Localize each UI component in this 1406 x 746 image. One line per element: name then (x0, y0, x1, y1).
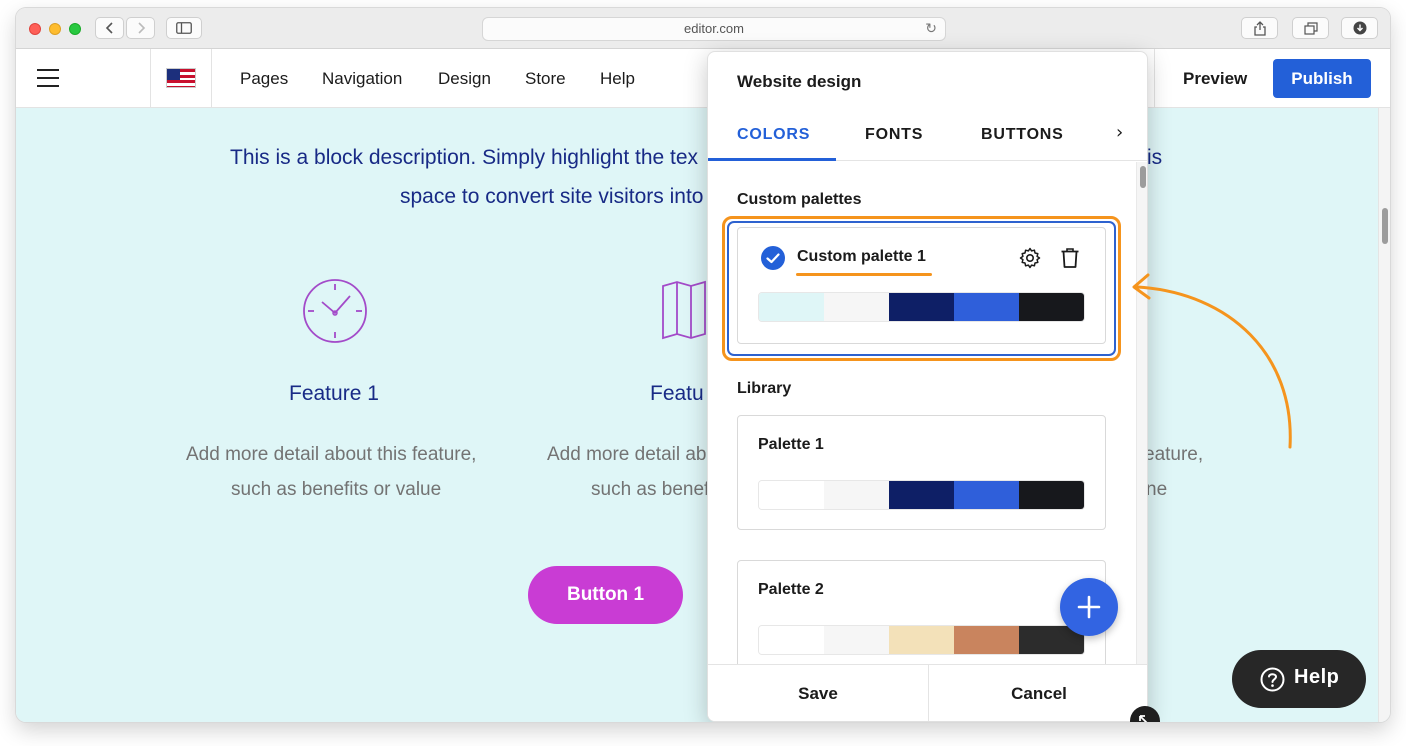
tab-buttons[interactable]: BUTTONS (981, 126, 1064, 144)
swatch (824, 293, 889, 321)
annotation-underline (796, 273, 932, 276)
annotation-arrow-icon (1132, 273, 1292, 449)
downloads-button[interactable] (1341, 17, 1378, 39)
check-icon (761, 246, 785, 270)
publish-button[interactable]: Publish (1273, 59, 1371, 98)
chevron-right-icon (137, 22, 145, 34)
swatch (1019, 293, 1084, 321)
feature-1-title[interactable]: Feature 1 (289, 382, 379, 406)
question-circle-icon (1260, 667, 1285, 692)
resize-arrow-icon (1139, 715, 1148, 722)
library-heading: Library (737, 380, 792, 397)
feature-3-text-line2[interactable]: ne (1146, 479, 1167, 501)
save-button[interactable]: Save (708, 665, 928, 721)
clock-icon[interactable] (302, 278, 368, 344)
palette-1-swatches[interactable] (758, 480, 1085, 510)
swatch (824, 481, 889, 509)
panel-title: Website design (737, 72, 862, 91)
swatch (954, 481, 1019, 509)
swatch (889, 481, 954, 509)
address-bar[interactable]: editor.com ↻ (482, 17, 946, 41)
address-text: editor.com (684, 21, 744, 36)
download-icon (1353, 21, 1366, 35)
swatch (1019, 481, 1084, 509)
nav-store[interactable]: Store (525, 69, 566, 89)
chevron-left-icon (105, 22, 113, 34)
share-button[interactable] (1241, 17, 1278, 39)
map-icon[interactable] (661, 280, 707, 340)
tab-fonts[interactable]: FONTS (865, 126, 923, 144)
custom-palette-name: Custom palette 1 (797, 248, 926, 265)
feature-1-text-line2[interactable]: such as benefits or value (231, 479, 441, 501)
share-icon (1253, 20, 1266, 36)
block-description-line1-tail[interactable]: is (1147, 146, 1162, 170)
browser-chrome: editor.com ↻ (16, 8, 1390, 49)
panel-footer: Save Cancel (708, 664, 1147, 721)
palette-1-name: Palette 1 (758, 436, 824, 453)
swatch (889, 626, 954, 654)
zoom-window-button[interactable] (69, 23, 81, 35)
library-palette-card-1[interactable]: Palette 1 (737, 415, 1106, 530)
back-button[interactable] (95, 17, 124, 39)
site-button-1[interactable]: Button 1 (528, 566, 683, 624)
feature-1-text-line1[interactable]: Add more detail about this feature, (186, 444, 476, 466)
tabs-overview-button[interactable] (1292, 17, 1329, 39)
swatch (889, 293, 954, 321)
trash-icon[interactable] (1058, 246, 1082, 270)
minimize-window-button[interactable] (49, 23, 61, 35)
block-description-line1[interactable]: This is a block description. Simply high… (230, 146, 698, 170)
design-tabs: COLORS FONTS BUTTONS › (708, 109, 1147, 161)
palette-2-name: Palette 2 (758, 581, 824, 598)
add-palette-button[interactable] (1060, 578, 1118, 636)
nav-design[interactable]: Design (438, 69, 491, 89)
plus-icon (1077, 595, 1101, 619)
cancel-button[interactable]: Cancel (929, 665, 1147, 721)
sidebar-toggle-button[interactable] (166, 17, 202, 39)
tabs-next-chevron-icon[interactable]: › (1116, 122, 1123, 143)
feature-2-text-line2[interactable]: such as benef (591, 479, 709, 501)
sidebar-icon (176, 22, 192, 34)
toolbar-divider (150, 49, 151, 108)
custom-palettes-heading: Custom palettes (737, 191, 862, 208)
custom-palette-swatches[interactable] (758, 292, 1085, 322)
menu-icon[interactable] (37, 69, 59, 87)
tab-colors[interactable]: COLORS (737, 126, 810, 144)
panel-resize-handle[interactable] (1130, 706, 1160, 722)
toolbar-divider (211, 49, 212, 108)
close-window-button[interactable] (29, 23, 41, 35)
swatch (759, 626, 824, 654)
feature-2-text-line1[interactable]: Add more detail ab (547, 444, 707, 466)
active-tab-indicator (708, 158, 836, 161)
swatch (759, 293, 824, 321)
help-widget-label: Help (1294, 666, 1340, 688)
nav-help[interactable]: Help (600, 69, 635, 89)
nav-pages[interactable]: Pages (240, 69, 288, 89)
editor-toolbar: Pages Navigation Design Store Help Previ… (16, 49, 1390, 108)
tabs-icon (1303, 21, 1318, 35)
nav-navigation[interactable]: Navigation (322, 69, 402, 89)
swatch (954, 626, 1019, 654)
forward-button[interactable] (126, 17, 155, 39)
palette-2-swatches[interactable] (758, 625, 1085, 655)
feature-2-title[interactable]: Featu (650, 382, 704, 406)
library-palette-card-2[interactable]: Palette 2 (737, 560, 1106, 664)
custom-palette-card[interactable]: Custom palette 1 (737, 227, 1106, 344)
reload-icon[interactable]: ↻ (925, 18, 937, 40)
swatch (824, 626, 889, 654)
canvas-scrollbar[interactable] (1378, 108, 1390, 722)
gear-icon[interactable] (1018, 246, 1042, 270)
language-flag-icon[interactable] (166, 68, 196, 88)
swatch (954, 293, 1019, 321)
preview-button[interactable]: Preview (1183, 69, 1247, 89)
block-description-line2[interactable]: space to convert site visitors into (400, 185, 703, 209)
toolbar-divider (1154, 49, 1155, 108)
swatch (759, 481, 824, 509)
help-widget-button[interactable]: Help (1232, 650, 1366, 708)
